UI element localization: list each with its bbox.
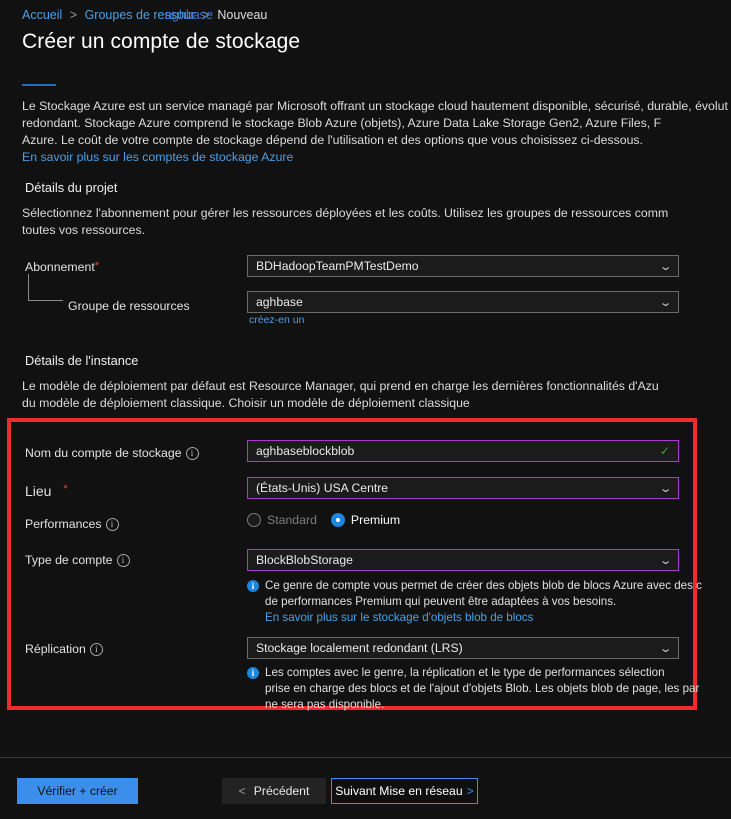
storage-account-name-input[interactable]: aghbaseblockblob ✓ (247, 440, 679, 462)
intro-learn-more-link[interactable]: En savoir plus sur les comptes de stocka… (22, 149, 728, 166)
account-kind-select[interactable]: BlockBlobStorage ⌄ (247, 549, 679, 571)
performance-option-standard-label: Standard (267, 513, 317, 527)
performance-option-standard[interactable]: Standard (247, 513, 317, 527)
location-label-text: Lieu (25, 483, 52, 499)
chevron-down-icon: ⌄ (658, 482, 673, 495)
intro-line-2: redondant. Stockage Azure comprend le st… (22, 116, 662, 130)
replication-info-line-3: ne sera pas disponible. (265, 698, 385, 711)
radio-circle-icon (247, 513, 261, 527)
subscription-required-marker: * (94, 260, 100, 272)
chevron-down-icon: ⌄ (658, 642, 673, 655)
account-kind-info-line-1: Ce genre de compte vous permet de créer … (265, 579, 702, 592)
replication-value: Stockage localement redondant (LRS) (256, 641, 463, 655)
resource-group-label: Groupe de ressources (68, 299, 190, 313)
replication-label-text: Réplication (25, 642, 86, 656)
info-icon[interactable]: i (185, 447, 199, 460)
intro-line-1: Le Stockage Azure est un service managé … (22, 99, 728, 113)
checkmark-valid-icon: ✓ (659, 444, 670, 458)
performance-label-text: Performances (25, 517, 102, 531)
account-kind-info-callout: i Ce genre de compte vous permet de crée… (247, 578, 702, 626)
resource-group-select[interactable]: aghbase ⌄ (247, 291, 679, 313)
instance-desc-line-2: du modèle de déploiement classique. Choi… (22, 396, 470, 410)
next-button-label: Suivant Mise en réseau (335, 784, 463, 798)
replication-info-callout: i Les comptes avec le genre, la réplicat… (247, 665, 699, 713)
intro-paragraph: Le Stockage Azure est un service managé … (22, 98, 728, 166)
performance-option-premium[interactable]: Premium (330, 513, 401, 527)
create-storage-account-page: Accueil > Groupes de ressour > Nouveau a… (0, 0, 731, 819)
account-kind-label: Type de compte i (25, 553, 130, 567)
storage-account-name-value: aghbaseblockblob (256, 444, 355, 458)
account-kind-label-text: Type de compte (25, 553, 113, 567)
resource-group-tree-connector (28, 274, 63, 301)
project-desc-line-2: toutes vos ressources. (22, 223, 146, 237)
location-value: (États-Unis) USA Centre (256, 481, 389, 495)
radio-circle-selected-icon (330, 513, 345, 527)
next-networking-button[interactable]: Suivant Mise en réseau > (331, 778, 478, 804)
create-new-resource-group-link[interactable]: créez-en un (249, 314, 304, 326)
info-filled-icon: i (247, 580, 259, 592)
storage-account-name-label: Nom du compte de stockage i (25, 446, 199, 460)
replication-label: Réplication i (25, 642, 103, 656)
subscription-select[interactable]: BDHadoopTeamPMTestDemo ⌄ (247, 255, 679, 277)
footer-divider (0, 757, 731, 758)
replication-info-line-1: Les comptes avec le genre, la réplicatio… (265, 666, 665, 679)
chevron-down-icon: ⌄ (658, 260, 673, 273)
info-icon[interactable]: i (105, 518, 119, 531)
location-required-marker: * (63, 483, 68, 495)
previous-button-label: Précédent (253, 784, 310, 798)
breadcrumb-item-home[interactable]: Accueil (22, 8, 62, 22)
performance-radio-group: Standard Premium (247, 513, 400, 527)
project-details-description: Sélectionnez l'abonnement pour gérer les… (22, 205, 668, 239)
chevron-left-icon: < (238, 784, 246, 798)
review-create-button[interactable]: Vérifier + créer (17, 778, 138, 804)
instance-details-heading: Détails de l'instance (25, 353, 139, 368)
chevron-right-icon: > (466, 784, 474, 798)
active-tab-indicator (22, 84, 56, 86)
location-select[interactable]: (États-Unis) USA Centre ⌄ (247, 477, 679, 499)
intro-line-3: Azure. Le coût de votre compte de stocka… (22, 133, 643, 147)
subscription-label-text: Abonnement (25, 260, 95, 274)
account-kind-value: BlockBlobStorage (256, 553, 353, 567)
breadcrumb-separator-1: > (69, 8, 78, 22)
breadcrumb: Accueil > Groupes de ressour > Nouveau (22, 8, 267, 22)
account-kind-info-line-2: de performances Premium qui peuvent être… (265, 595, 617, 608)
page-title: Créer un compte de stockage (22, 30, 301, 53)
storage-account-name-label-text: Nom du compte de stockage (25, 446, 182, 460)
previous-button[interactable]: < Précédent (222, 778, 326, 804)
breadcrumb-item-new: Nouveau (217, 8, 268, 22)
chevron-down-icon: ⌄ (658, 554, 673, 567)
replication-info-line-2: prise en charge des blocs et de l'ajout … (265, 682, 700, 695)
performance-option-premium-label: Premium (350, 513, 401, 527)
project-details-heading: Détails du projet (25, 180, 118, 195)
subscription-value: BDHadoopTeamPMTestDemo (256, 259, 419, 273)
info-icon[interactable]: i (89, 643, 103, 656)
instance-desc-line-1: Le modèle de déploiement par défaut est … (22, 379, 659, 393)
breadcrumb-item-aghbase[interactable]: aghbase (165, 8, 213, 22)
replication-select[interactable]: Stockage localement redondant (LRS) ⌄ (247, 637, 679, 659)
chevron-down-icon: ⌄ (658, 296, 673, 309)
instance-details-description: Le modèle de déploiement par défaut est … (22, 378, 659, 412)
location-label: Lieu * (25, 483, 68, 499)
subscription-label: Abonnement* (25, 260, 99, 274)
performance-label: Performances i (25, 517, 119, 531)
account-kind-learn-more-link[interactable]: En savoir plus sur le stockage d'objets … (265, 610, 702, 626)
resource-group-value: aghbase (256, 295, 303, 309)
info-filled-icon: i (247, 667, 259, 679)
info-icon[interactable]: i (116, 554, 130, 567)
project-desc-line-1: Sélectionnez l'abonnement pour gérer les… (22, 206, 669, 220)
